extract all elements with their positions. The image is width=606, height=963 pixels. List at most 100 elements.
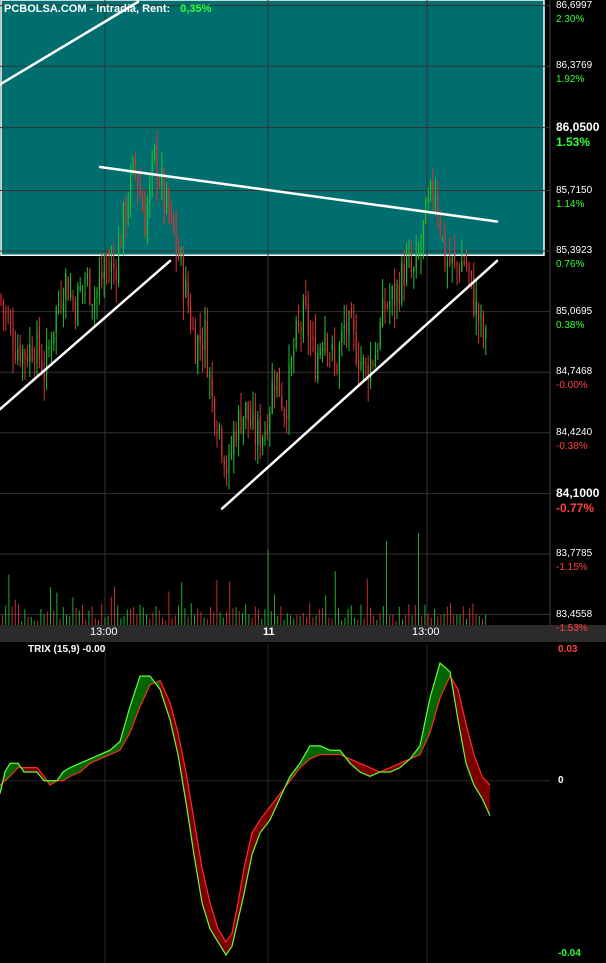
candle-body xyxy=(34,361,36,363)
candle-body xyxy=(288,364,290,420)
volume-bar xyxy=(270,611,272,625)
candle-body xyxy=(10,321,12,325)
candle-body xyxy=(422,220,424,241)
candle-body xyxy=(226,465,228,475)
candle-body xyxy=(379,321,381,348)
trix-fill-segment xyxy=(226,933,232,955)
candle-body xyxy=(413,268,415,272)
candle-body xyxy=(269,411,271,431)
volume-bar xyxy=(315,615,317,625)
candle-body xyxy=(74,301,76,323)
volume-bar xyxy=(469,608,471,625)
volume-bar xyxy=(216,580,218,625)
volume-bar xyxy=(85,619,87,625)
volume-bar xyxy=(370,607,371,625)
candle-body xyxy=(259,416,261,447)
candle-body xyxy=(132,158,134,172)
volume-bar xyxy=(341,620,343,625)
candle-body xyxy=(463,261,465,264)
candle-body xyxy=(86,273,88,279)
volume-bar xyxy=(408,604,410,625)
candle-body xyxy=(252,412,254,426)
price-label: 84,1000 xyxy=(556,485,600,500)
volume-bar xyxy=(117,605,119,625)
candle-body xyxy=(331,344,333,351)
trix-fill-segment xyxy=(330,750,340,755)
candle-body xyxy=(31,346,33,362)
price-label: 85,0695 xyxy=(556,305,593,317)
volume-bar xyxy=(475,614,477,625)
candle-body xyxy=(343,325,345,329)
candle-body xyxy=(470,270,472,276)
candle-body xyxy=(144,209,146,237)
candle-body xyxy=(202,346,204,351)
candle-body xyxy=(456,263,458,266)
volume-bar xyxy=(402,619,403,625)
volume-bar xyxy=(107,616,109,625)
volume-bar xyxy=(14,599,16,625)
volume-bar xyxy=(66,614,67,625)
candle-body xyxy=(137,172,139,188)
volume-bar xyxy=(187,616,189,625)
volume-bar xyxy=(59,619,61,625)
volume-bar xyxy=(190,603,192,625)
candle-body xyxy=(355,332,357,364)
candle-body xyxy=(242,416,244,436)
volume-bar xyxy=(363,618,365,625)
volume-bar xyxy=(251,617,253,625)
candle-body xyxy=(271,381,273,413)
volume-bar xyxy=(418,533,419,625)
candle-body xyxy=(310,338,312,340)
volume-bar xyxy=(466,618,467,625)
volume-bar xyxy=(405,615,407,625)
volume-bar xyxy=(37,620,39,625)
candle-body xyxy=(264,432,266,441)
volume-bar xyxy=(94,618,96,625)
candle-body xyxy=(187,281,189,307)
candle-body xyxy=(26,355,28,362)
candle-body xyxy=(206,321,208,377)
volume-bar xyxy=(267,550,269,625)
candle-body xyxy=(439,218,441,234)
candle-body xyxy=(118,241,120,284)
candle-body xyxy=(420,244,422,254)
percent-label: 1.14% xyxy=(556,198,585,210)
candle-body xyxy=(322,348,324,352)
candle-body xyxy=(168,189,170,216)
candle-body xyxy=(218,424,220,432)
candle-body xyxy=(2,300,4,311)
volume-bar xyxy=(232,608,234,625)
volume-bar xyxy=(168,591,170,625)
percent-label: 1.53% xyxy=(556,134,591,149)
trix-fill-segment xyxy=(218,928,226,955)
candle-body xyxy=(475,300,477,316)
volume-bar xyxy=(245,604,247,625)
candle-body xyxy=(199,334,201,342)
candle-body xyxy=(406,258,408,284)
volume-bar xyxy=(283,619,285,625)
candle-body xyxy=(96,289,98,300)
candle-body xyxy=(46,344,48,376)
candle-body xyxy=(142,198,144,212)
volume-bar xyxy=(133,607,135,625)
volume-bar xyxy=(309,603,311,625)
volume-bar xyxy=(219,612,221,625)
volume-bar xyxy=(91,606,93,625)
volume-bar xyxy=(206,618,208,625)
candle-body xyxy=(254,413,256,446)
candle-body xyxy=(58,303,60,305)
candle-body xyxy=(434,196,436,205)
candle-body xyxy=(454,254,456,261)
candle-body xyxy=(223,457,225,469)
volume-bar xyxy=(485,614,487,625)
candle-body xyxy=(214,398,216,430)
candle-body xyxy=(391,286,393,300)
volume-bar xyxy=(114,586,115,625)
volume-bar xyxy=(40,608,42,625)
volume-bar xyxy=(152,612,154,625)
candle-body xyxy=(466,261,468,268)
candle-body xyxy=(175,227,177,251)
candle-body xyxy=(113,262,115,269)
volume-bar xyxy=(155,606,157,625)
candle-body xyxy=(341,330,343,342)
